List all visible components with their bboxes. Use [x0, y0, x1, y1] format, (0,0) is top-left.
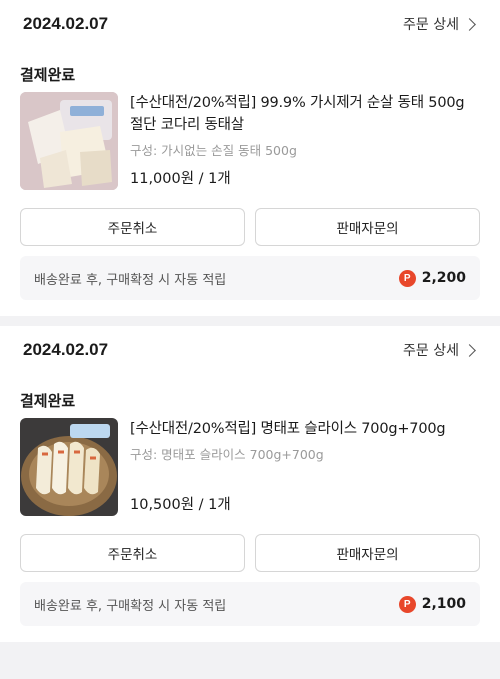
- order-status: 결제완료: [20, 392, 76, 410]
- order-card: 2024.02.07 주문 상세 결제완료 [수산대전/20%적립] 99.9%…: [0, 0, 500, 316]
- product-name[interactable]: [수산대전/20%적립] 명태포 슬라이스 700g+700g: [130, 418, 480, 440]
- product-name[interactable]: [수산대전/20%적립] 99.9% 가시제거 순살 동태 500g 절단 코다…: [130, 92, 480, 136]
- chevron-right-icon: [463, 343, 476, 357]
- fish-fillet-image: [20, 92, 118, 190]
- seller-inquiry-button[interactable]: 판매자문의: [255, 208, 480, 246]
- cancel-order-button[interactable]: 주문취소: [20, 534, 245, 572]
- action-buttons: 주문취소 판매자문의: [20, 534, 480, 572]
- order-detail-link[interactable]: 주문 상세: [403, 14, 480, 34]
- order-header: 2024.02.07 주문 상세: [20, 0, 480, 48]
- points-icon: P: [398, 595, 416, 613]
- reward-box: 배송완료 후, 구매확정 시 자동 적립 P 2,200: [20, 256, 480, 300]
- reward-points: P 2,100: [398, 595, 466, 613]
- product-info: [수산대전/20%적립] 명태포 슬라이스 700g+700g 구성: 명태포 …: [130, 418, 480, 518]
- points-icon: P: [398, 269, 416, 287]
- order-card: 2024.02.07 주문 상세 결제완료 [수산대전/20%적립] 명태포 슬…: [0, 326, 500, 642]
- order-date: 2024.02.07: [23, 340, 109, 359]
- order-date: 2024.02.07: [23, 14, 109, 33]
- reward-text: 배송완료 후, 구매확정 시 자동 적립: [34, 272, 227, 288]
- product-thumbnail[interactable]: [20, 418, 118, 516]
- product-option: 구성: 가시없는 손질 동태 500g: [130, 143, 297, 158]
- reward-points: P 2,200: [398, 269, 466, 287]
- reward-box: 배송완료 후, 구매확정 시 자동 적립 P 2,100: [20, 582, 480, 626]
- product-row[interactable]: [수산대전/20%적립] 명태포 슬라이스 700g+700g 구성: 명태포 …: [20, 418, 480, 518]
- reward-points-value: 2,200: [421, 270, 466, 286]
- seller-inquiry-button[interactable]: 판매자문의: [255, 534, 480, 572]
- order-detail-label: 주문 상세: [403, 343, 459, 359]
- pollack-slices-image: [20, 418, 118, 516]
- order-status: 결제완료: [20, 66, 76, 84]
- product-price: 11,000원 / 1개: [130, 171, 231, 187]
- action-buttons: 주문취소 판매자문의: [20, 208, 480, 246]
- product-info: [수산대전/20%적립] 99.9% 가시제거 순살 동태 500g 절단 코다…: [130, 92, 480, 192]
- order-header: 2024.02.07 주문 상세: [20, 326, 480, 374]
- cancel-order-button[interactable]: 주문취소: [20, 208, 245, 246]
- product-price: 10,500원 / 1개: [130, 497, 231, 513]
- reward-text: 배송완료 후, 구매확정 시 자동 적립: [34, 598, 227, 614]
- order-detail-link[interactable]: 주문 상세: [403, 340, 480, 360]
- product-thumbnail[interactable]: [20, 92, 118, 190]
- order-detail-label: 주문 상세: [403, 17, 459, 33]
- product-option: 구성: 명태포 슬라이스 700g+700g: [130, 447, 324, 462]
- chevron-right-icon: [463, 17, 476, 31]
- reward-points-value: 2,100: [421, 596, 466, 612]
- product-row[interactable]: [수산대전/20%적립] 99.9% 가시제거 순살 동태 500g 절단 코다…: [20, 92, 480, 192]
